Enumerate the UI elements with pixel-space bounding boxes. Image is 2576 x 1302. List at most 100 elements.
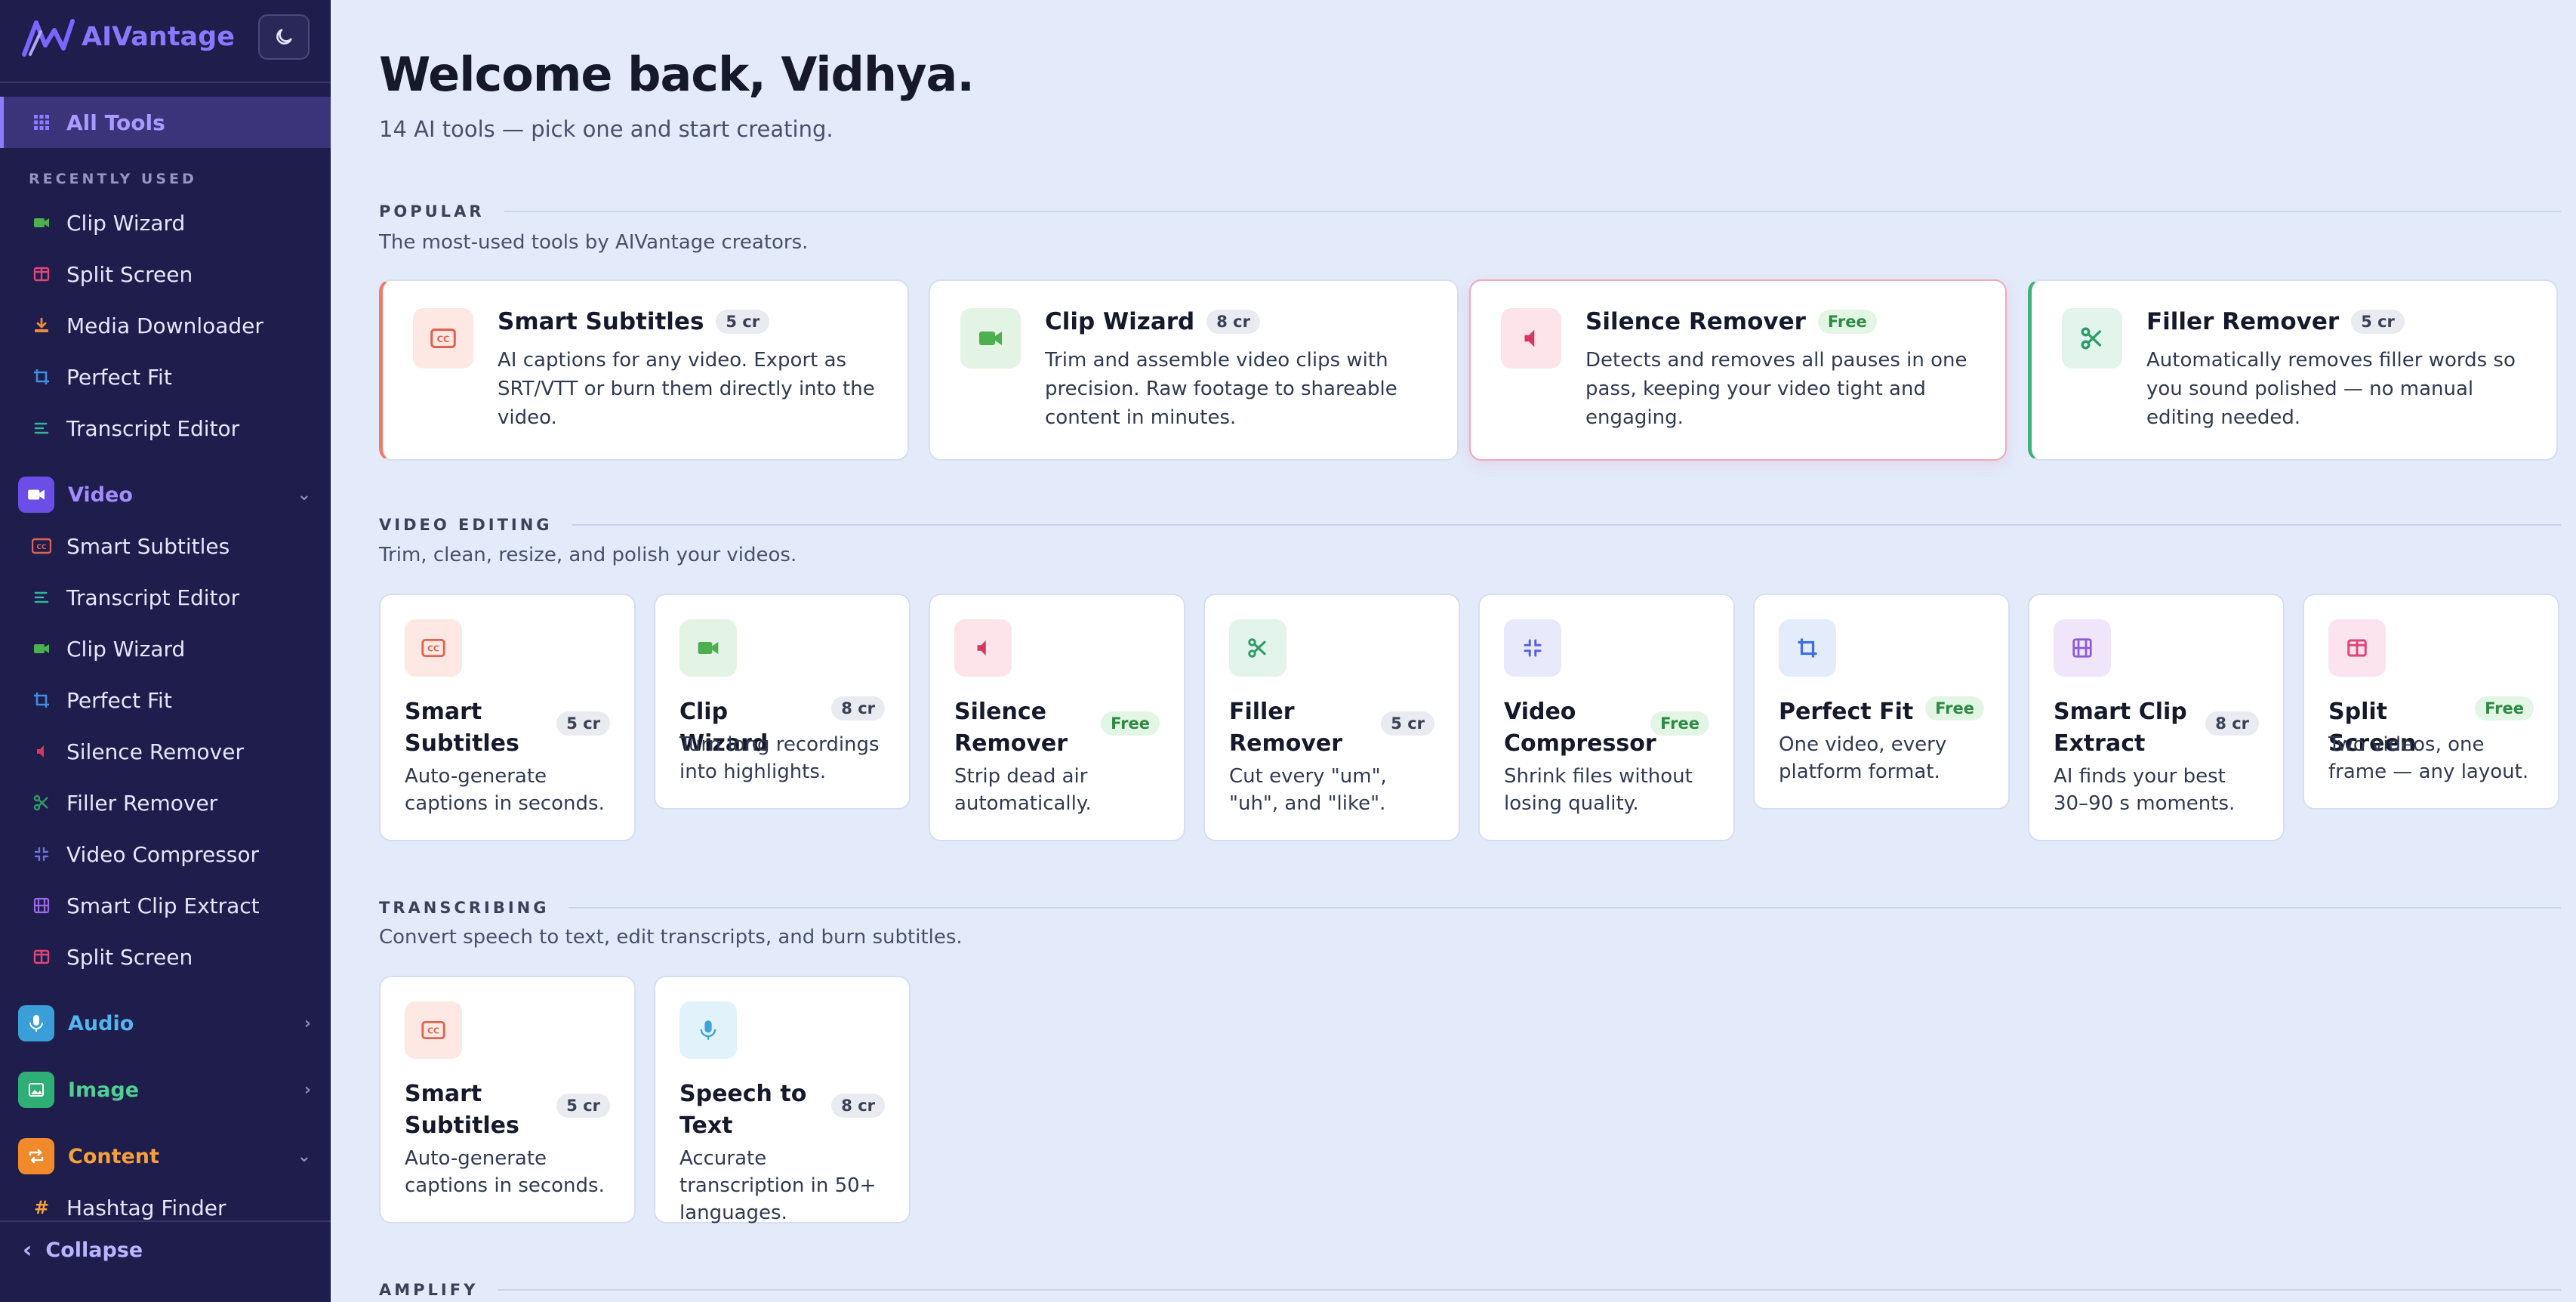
section-popular-header: POPULAR [379, 202, 2561, 221]
sidebar-item-smart-subtitles[interactable]: CC Smart Subtitles [0, 523, 331, 569]
card-title: Perfect Fit [1779, 699, 1914, 725]
compress-icon [32, 844, 51, 864]
sidebar-item-all-tools[interactable]: All Tools [0, 97, 331, 148]
tool-card-silence-remover[interactable]: Silence Remover Free Strip dead air auto… [929, 594, 1185, 841]
section-title: POPULAR [379, 202, 485, 221]
section-description: Trim, clean, resize, and polish your vid… [379, 544, 797, 566]
collapse-label: Collapse [45, 1238, 143, 1262]
chevron-left-icon: ‹ [23, 1236, 32, 1263]
tool-card-clip-wizard[interactable]: Clip Wizard 8 cr Turn long recordings in… [654, 594, 911, 810]
section-divider [498, 1289, 2561, 1291]
free-badge: Free [1650, 711, 1709, 736]
tool-card-filler-remover[interactable]: Filler Remover 5 cr Cut every "um", "uh"… [1203, 594, 1460, 841]
credit-badge: 8 cr [831, 696, 885, 720]
tool-card-speech-to-text[interactable]: Speech to Text 8 cr Accurate transcripti… [654, 976, 911, 1224]
sidebar-item-split-screen[interactable]: Split Screen [0, 933, 331, 980]
film-strip-icon [2054, 619, 2111, 677]
moon-icon [276, 29, 292, 45]
card-title: Speech to Text [679, 1081, 807, 1139]
chevron-right-icon: › [304, 1014, 311, 1033]
credit-badge: 5 cr [556, 711, 610, 736]
sidebar-item-perfect-fit[interactable]: Perfect Fit [0, 677, 331, 724]
sidebar-item-label: Media Downloader [66, 313, 263, 338]
category-video[interactable]: Video ⌄ [0, 468, 331, 521]
brand[interactable]: AIVantage [20, 15, 235, 59]
recent-item-perfect-fit[interactable]: Perfect Fit [0, 353, 331, 400]
section-description: Convert speech to text, edit transcripts… [379, 926, 963, 949]
video-camera-icon [679, 619, 737, 677]
video-camera-icon [32, 639, 51, 659]
card-description: Automatically removes filler words so yo… [2146, 349, 2516, 429]
category-image[interactable]: Image › [0, 1063, 331, 1116]
card-title: Clip Wizard [1045, 308, 1195, 335]
compress-icon [1504, 619, 1561, 677]
card-description: AI finds your best 30–90 s moments. [2054, 765, 2236, 815]
recent-item-transcript-editor[interactable]: Transcript Editor [0, 405, 331, 452]
theme-toggle-button[interactable] [258, 14, 310, 60]
category-label: Video [68, 483, 133, 507]
repost-icon [18, 1138, 54, 1174]
crop-icon [32, 367, 51, 387]
tool-card-video-compressor[interactable]: Video Compressor Free Shrink files witho… [1478, 594, 1735, 841]
video-category-icon [18, 477, 54, 513]
sidebar-divider [0, 82, 331, 83]
section-transcribing-header: TRANSCRIBING [379, 899, 2561, 917]
card-description: Strip dead air automatically. [954, 765, 1092, 815]
sidebar-item-video-compressor[interactable]: Video Compressor [0, 831, 331, 878]
popular-card-smart-subtitles[interactable]: CC Smart Subtitles 5 cr AI captions for a… [379, 279, 909, 461]
tool-card-smart-subtitles[interactable]: CC Smart Subtitles 5 cr Auto-generate ca… [379, 976, 636, 1223]
card-description: AI captions for any video. Export as SRT… [498, 349, 875, 429]
category-label: Image [68, 1078, 140, 1102]
crop-icon [1779, 619, 1836, 677]
card-title: Smart Clip Extract [2054, 699, 2187, 757]
sidebar-item-label: Split Screen [66, 261, 193, 287]
credit-badge: 5 cr [1381, 711, 1434, 736]
recent-item-split-screen[interactable]: Split Screen [0, 251, 331, 298]
sidebar-item-clip-wizard[interactable]: Clip Wizard [0, 625, 331, 672]
speaker-mute-icon [32, 742, 51, 761]
section-divider [504, 211, 2561, 212]
section-title: VIDEO EDITING [379, 516, 553, 534]
tool-card-smart-subtitles[interactable]: CC Smart Subtitles 5 cr Auto-generate ca… [379, 594, 636, 841]
closed-captions-icon: CC [405, 1001, 462, 1059]
sidebar-item-transcript-editor[interactable]: Transcript Editor [0, 574, 331, 621]
free-badge: Free [1925, 696, 1984, 720]
sidebar-item-smart-clip-extract[interactable]: Smart Clip Extract [0, 882, 331, 929]
card-description: Trim and assemble video clips with preci… [1045, 349, 1397, 429]
sidebar-item-label: Video Compressor [66, 841, 260, 867]
page-title: Welcome back, Vidhya. [379, 47, 975, 102]
sidebar-item-filler-remover[interactable]: Filler Remover [0, 779, 331, 826]
credit-badge: 5 cr [556, 1094, 610, 1118]
card-description: Turn long recordings into highlights. [679, 733, 880, 783]
sidebar: AIVantage All Tools RECENTLY USED Clip W… [0, 0, 331, 1302]
recent-item-clip-wizard[interactable]: Clip Wizard [0, 199, 331, 246]
sidebar-item-label: Filler Remover [66, 790, 218, 816]
category-label: Audio [68, 1011, 134, 1035]
recent-item-media-downloader[interactable]: Media Downloader [0, 302, 331, 349]
popular-card-silence-remover[interactable]: Silence Remover Free Detects and removes … [1469, 279, 2007, 461]
split-screen-icon [32, 947, 51, 967]
collapse-button[interactable]: ‹ Collapse [0, 1220, 331, 1278]
category-audio[interactable]: Audio › [0, 997, 331, 1050]
svg-text:CC: CC [427, 644, 439, 654]
free-badge: Free [1817, 310, 1877, 334]
tool-card-split-screen[interactable]: Split Screen Free Two videos, one frame … [2303, 594, 2559, 810]
category-content[interactable]: Content ⌄ [0, 1130, 331, 1183]
popular-card-clip-wizard[interactable]: Clip Wizard 8 cr Trim and assemble video … [929, 279, 1459, 461]
card-description: Auto-generate captions in seconds. [405, 765, 605, 815]
sidebar-item-label: Silence Remover [66, 739, 244, 764]
tool-card-perfect-fit[interactable]: Perfect Fit Free One video, every platfo… [1753, 594, 2010, 810]
microphone-icon [679, 1001, 737, 1059]
card-title: Smart Subtitles [405, 1081, 519, 1139]
credit-badge: 8 cr [2205, 711, 2259, 736]
scissors-icon [32, 793, 51, 813]
chevron-down-icon: ⌄ [297, 485, 311, 504]
card-description: Detects and removes all pauses in one pa… [1585, 349, 1967, 429]
sidebar-item-silence-remover[interactable]: Silence Remover [0, 728, 331, 775]
section-title: AMPLIFY [379, 1281, 479, 1299]
split-screen-icon [32, 264, 51, 284]
closed-captions-icon: CC [405, 619, 462, 677]
tool-card-smart-clip-extract[interactable]: Smart Clip Extract 8 cr AI finds your be… [2028, 594, 2285, 841]
credit-badge: 8 cr [831, 1094, 885, 1118]
popular-card-filler-remover[interactable]: Filler Remover 5 cr Automatically removes… [2028, 279, 2558, 461]
